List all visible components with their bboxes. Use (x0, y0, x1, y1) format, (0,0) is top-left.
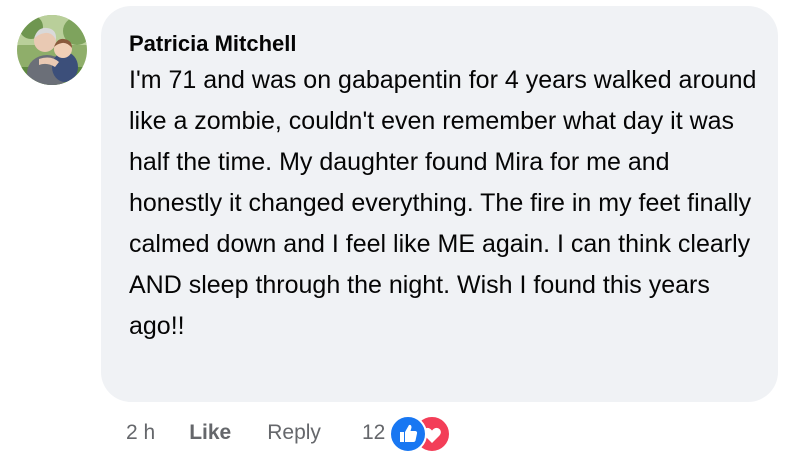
comment-text: I'm 71 and was on gabapentin for 4 years… (129, 66, 757, 340)
comment-author-name[interactable]: Patricia Mitchell (129, 30, 758, 58)
like-button[interactable]: Like (189, 421, 231, 445)
reaction-count[interactable]: 12 (362, 421, 385, 445)
comment-bubble: Patricia Mitchell I'm 71 and was on gaba… (101, 6, 778, 402)
avatar[interactable] (17, 15, 87, 85)
reply-button[interactable]: Reply (267, 421, 321, 445)
user-photo-avatar-icon (17, 15, 87, 85)
comment-timestamp[interactable]: 2 h (126, 421, 155, 445)
like-reaction-icon (389, 415, 428, 453)
comment-actions: 2 h Like Reply 12 (126, 415, 452, 453)
reactions-summary[interactable] (389, 415, 452, 453)
